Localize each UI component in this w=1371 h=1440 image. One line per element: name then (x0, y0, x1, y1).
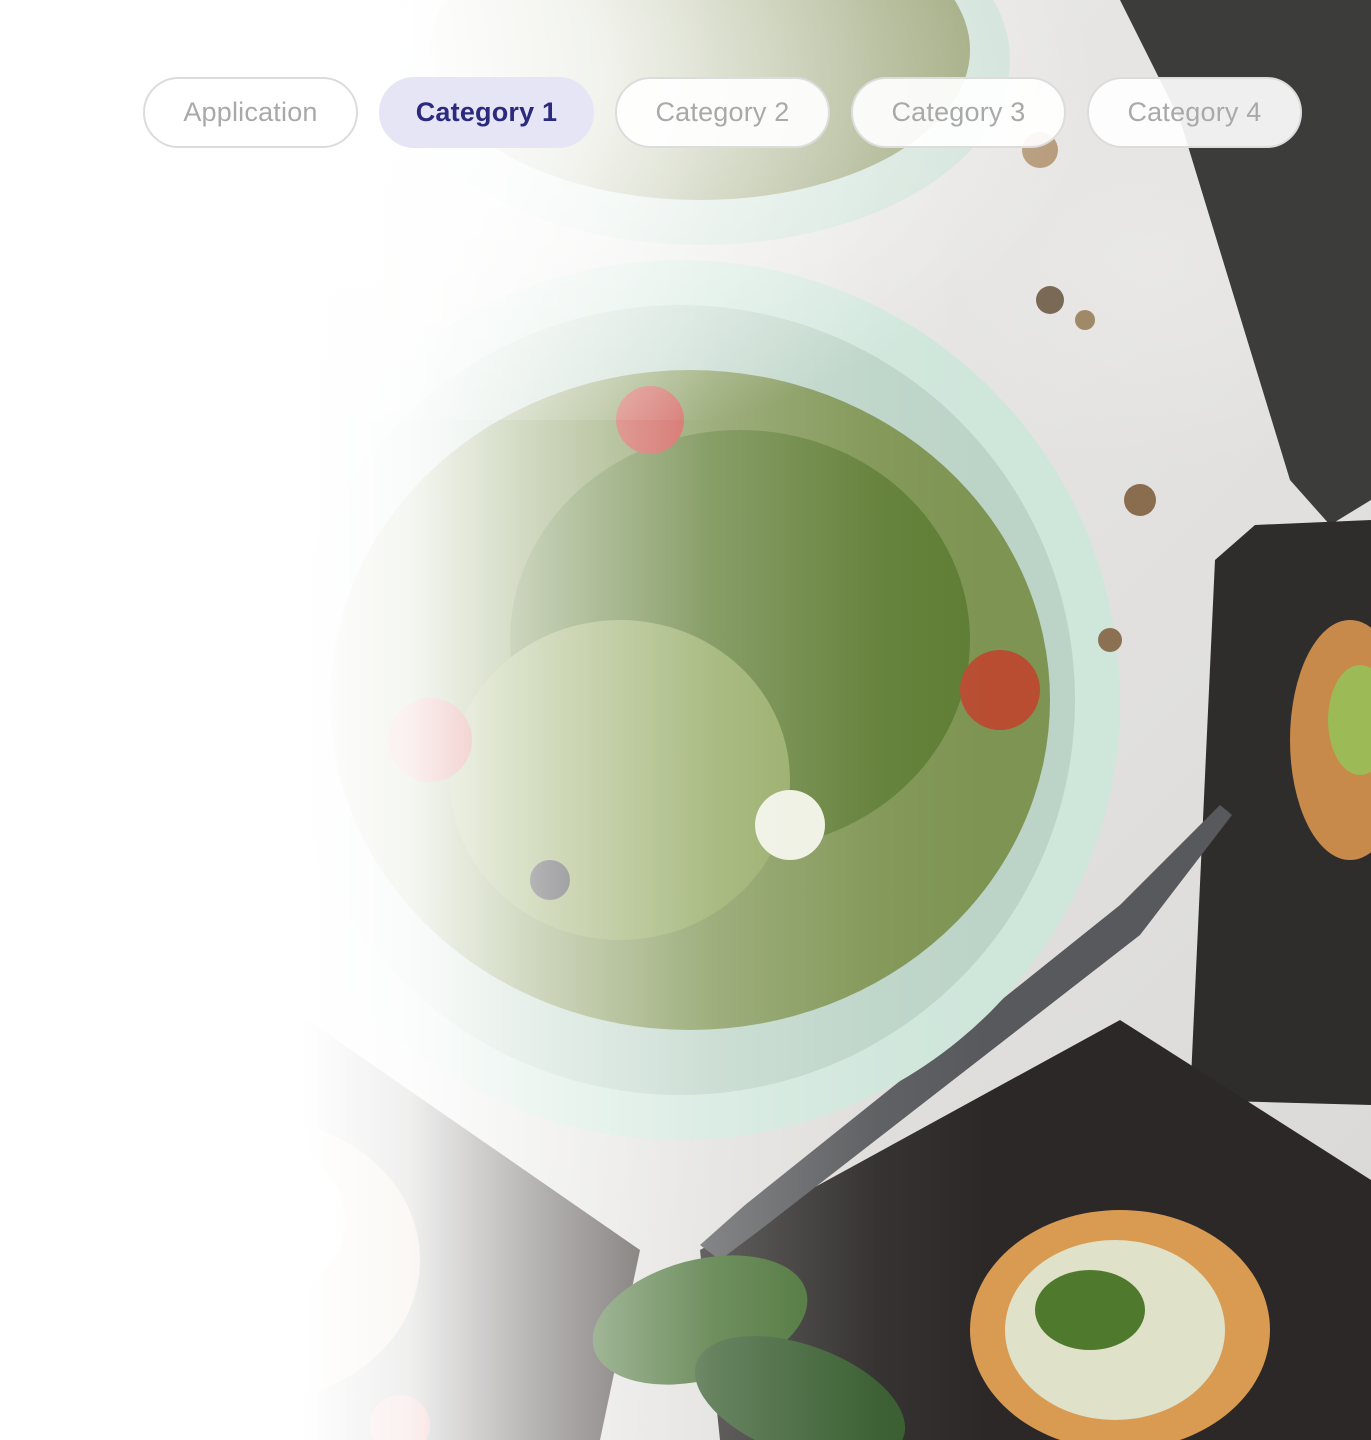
pasta (450, 620, 790, 940)
food-photo-illustration (0, 0, 1371, 1440)
category-tab-bar: Application Category 1 Category 2 Catego… (143, 77, 1302, 148)
wrap-spinach (1035, 1270, 1145, 1350)
tab-category-3[interactable]: Category 3 (851, 77, 1066, 148)
tomato-2 (960, 650, 1040, 730)
background-food-photo (0, 0, 1371, 1440)
mozzarella (755, 790, 825, 860)
egg (175, 1140, 345, 1300)
seed-2 (1075, 310, 1095, 330)
tab-category-1[interactable]: Category 1 (379, 77, 594, 148)
tomato-3 (616, 386, 684, 454)
tab-category-4[interactable]: Category 4 (1087, 77, 1302, 148)
seed-1 (1036, 286, 1064, 314)
walnut-1 (1124, 484, 1156, 516)
tomato-1 (388, 698, 472, 782)
walnut-2 (1098, 628, 1122, 652)
tab-application[interactable]: Application (143, 77, 358, 148)
tab-category-2[interactable]: Category 2 (615, 77, 830, 148)
olive (530, 860, 570, 900)
